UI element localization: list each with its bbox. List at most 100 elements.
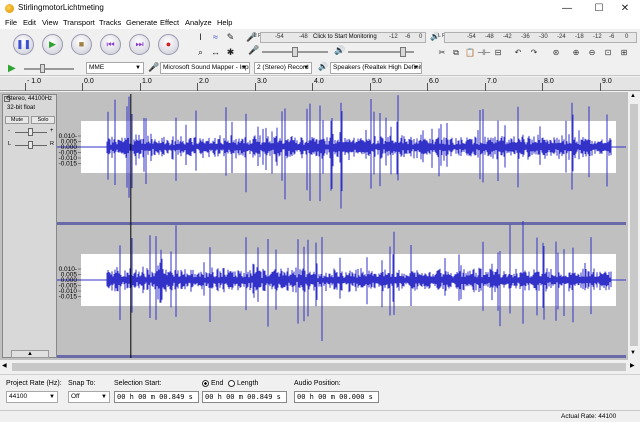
playback-meter-scale[interactable]: -54 -48 -42 -36 -30 -24 -18 -12 -6 0 — [444, 32, 637, 43]
record-button[interactable]: ● — [158, 34, 179, 55]
title-bar: StirlingmotorLichtmeting — ☐ ✕ — [0, 0, 640, 17]
horizontal-scrollbar[interactable]: ◀ ▶ — [0, 361, 640, 373]
audio-host-select[interactable]: MME ▼ — [86, 62, 144, 74]
menu-transport[interactable]: Transport — [63, 18, 95, 27]
scroll-right-icon[interactable]: ▶ — [630, 362, 635, 369]
pan-right-label: R — [50, 141, 54, 147]
skip-end-button[interactable]: ⏭ — [129, 34, 150, 55]
menu-view[interactable]: View — [42, 18, 58, 27]
zoom-out-icon[interactable]: ⊖ — [584, 45, 600, 60]
record-meter-scale[interactable]: -54 -48 Click to Start Monitoring -12 -6… — [260, 32, 426, 43]
record-meter[interactable]: 🎤 L R -54 -48 Click to Start Monitoring … — [246, 32, 426, 43]
menu-help[interactable]: Help — [217, 18, 232, 27]
solo-button[interactable]: Solo — [31, 116, 55, 124]
horizontal-scroll-thumb[interactable] — [12, 363, 626, 371]
track-bit-depth: 32-bit float — [7, 105, 36, 111]
menu-tracks[interactable]: Tracks — [99, 18, 121, 27]
vertical-scroll-thumb[interactable] — [630, 104, 638, 346]
ruler-tick-label: 8.0 — [544, 78, 554, 85]
collapse-track-button[interactable]: ▲ — [11, 350, 49, 358]
project-rate-select[interactable]: 44100 ▼ — [6, 391, 58, 403]
speaker-device-icon: 🔊 — [318, 62, 328, 71]
menu-effect[interactable]: Effect — [160, 18, 179, 27]
selection-start-time[interactable]: 00 h 00 m 00.849 s — [114, 391, 199, 403]
selection-toolbar: Project Rate (Hz): 44100 ▼ Snap To: Off ▼ … — [0, 374, 640, 410]
end-radio[interactable] — [202, 380, 209, 387]
ruler-tick-label: 5.0 — [372, 78, 382, 85]
envelope-tool-icon[interactable]: ≈ — [209, 31, 222, 44]
menu-edit[interactable]: Edit — [23, 18, 36, 27]
scroll-up-icon[interactable]: ▲ — [630, 93, 636, 99]
stop-icon: ■ — [78, 39, 85, 49]
playback-device-select[interactable]: Speakers (Realtek High Definit ▼ — [330, 62, 422, 74]
length-radio[interactable] — [228, 380, 235, 387]
record-volume-icon: 🎤 — [248, 45, 260, 55]
multi-tool-icon[interactable]: ✱ — [224, 46, 237, 59]
channel-separator — [57, 222, 626, 225]
snap-to-select[interactable]: Off ▼ — [68, 391, 110, 403]
menu-file[interactable]: File — [5, 18, 17, 27]
chevron-down-icon: ▼ — [135, 65, 141, 71]
mute-button[interactable]: Mute — [5, 116, 29, 124]
zoom-tool-icon[interactable]: ⌕ — [194, 46, 207, 59]
ruler-tick-mark — [197, 83, 198, 91]
fit-selection-icon[interactable]: ⊡ — [600, 45, 616, 60]
play-at-speed-icon[interactable]: ▶ — [8, 63, 16, 74]
redo-icon[interactable]: ↷ — [526, 45, 542, 60]
chevron-down-icon: ▼ — [303, 65, 309, 71]
ruler-tick-mark — [25, 83, 26, 91]
scroll-left-icon[interactable]: ◀ — [2, 362, 7, 369]
recording-device-select[interactable]: Microsoft Sound Mapper - Inp ▼ — [160, 62, 250, 74]
window-title: StirlingmotorLichtmeting — [18, 3, 104, 12]
pause-button[interactable]: ❚❚ — [13, 34, 34, 55]
ruler-tick-label: 0.0 — [84, 78, 94, 85]
vertical-scrollbar[interactable]: ▲ ▼ — [628, 92, 640, 360]
pan-thumb[interactable] — [28, 141, 33, 149]
scroll-down-icon[interactable]: ▼ — [630, 350, 636, 356]
close-button[interactable]: ✕ — [610, 0, 640, 17]
chevron-down-icon: ▼ — [49, 394, 55, 400]
waveform-area[interactable]: 0.010- 0.005 0.000 -0.005 -0.010 -0.015 0.010-… — [57, 94, 626, 359]
record-icon: ● — [165, 39, 172, 49]
play-speed-thumb[interactable] — [40, 64, 45, 73]
device-toolbar: ▶ MME ▼ 🎤 Microsoft Sound Mapper - Inp ▼ 2… — [0, 61, 640, 76]
skip-start-button[interactable]: ⏮ — [100, 34, 121, 55]
menu-generate[interactable]: Generate — [126, 18, 157, 27]
audio-position-time[interactable]: 00 h 00 m 00.000 s — [294, 391, 379, 403]
recording-channels-select[interactable]: 2 (Stereo) Record ▼ — [254, 62, 312, 74]
zoom-in-icon[interactable]: ⊕ — [568, 45, 584, 60]
click-to-start-monitoring[interactable]: Click to Start Monitoring — [313, 34, 377, 40]
track-control-panel[interactable]: × Stereo, 44100Hz 32-bit float Mute Solo… — [2, 94, 57, 358]
play-speed-slider[interactable] — [24, 68, 74, 70]
fit-project-icon[interactable]: ⊞ — [616, 45, 632, 60]
menu-analyze[interactable]: Analyze — [185, 18, 212, 27]
record-volume-thumb[interactable] — [292, 47, 298, 57]
playback-volume-thumb[interactable] — [400, 47, 406, 57]
pan-left-label: L — [8, 141, 12, 147]
timeline-ruler[interactable]: - 1.0 0.0 1.0 2.0 3.0 4.0 5.0 6.0 7.0 8.0 9.0 — [0, 77, 640, 91]
silence-icon[interactable]: ⊟ — [490, 45, 506, 60]
track-format[interactable]: Stereo, 44100Hz — [7, 96, 52, 102]
waveform-svg[interactable]: 0.010-0.0050.000-0.005-0.010-0.0150.010-… — [57, 94, 626, 359]
stop-button[interactable]: ■ — [71, 34, 92, 55]
chevron-down-icon: ▼ — [101, 394, 107, 400]
ruler-tick-mark — [140, 83, 141, 91]
draw-tool-icon[interactable]: ✎ — [224, 31, 237, 44]
skip-start-icon: ⏮ — [106, 39, 115, 49]
ruler-tick-mark — [82, 83, 83, 91]
play-button[interactable]: ▶ — [42, 34, 63, 55]
timeshift-tool-icon[interactable]: ↔ — [209, 46, 222, 59]
playback-meter[interactable]: 🔊 L R -54 -48 -42 -36 -30 -24 -18 -12 -6… — [430, 32, 637, 43]
audio-position-label: Audio Position: — [294, 380, 341, 387]
playback-volume-icon: 🔊 — [334, 45, 346, 55]
gain-thumb[interactable] — [28, 128, 33, 136]
selection-tool-icon[interactable]: I — [194, 31, 207, 44]
minimize-button[interactable]: — — [552, 0, 582, 17]
sync-lock-icon[interactable]: ⊛ — [548, 45, 564, 60]
undo-icon[interactable]: ↶ — [510, 45, 526, 60]
selection-end-time[interactable]: 00 h 00 m 00.849 s — [202, 391, 287, 403]
project-rate-label: Project Rate (Hz): — [6, 380, 62, 387]
ruler-tick-mark — [370, 83, 371, 91]
ruler-tick-mark — [255, 83, 256, 91]
selection-start-label: Selection Start: — [114, 380, 162, 387]
